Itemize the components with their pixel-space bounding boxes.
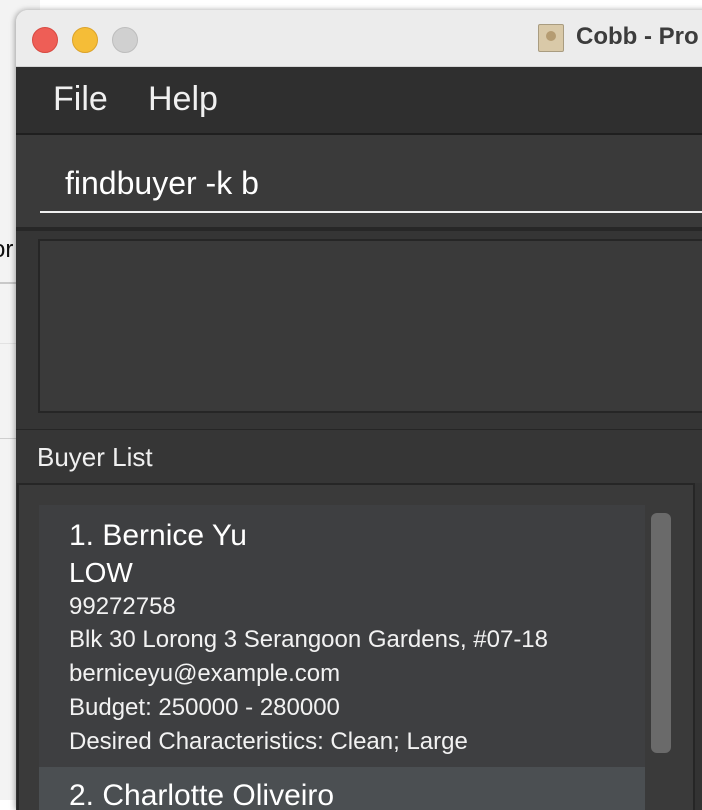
- minimize-window-button[interactable]: [72, 27, 98, 53]
- menu-help[interactable]: Help: [148, 80, 218, 119]
- background-window-text: or: [0, 236, 14, 263]
- buyer-name: 1. Bernice Yu: [69, 519, 247, 552]
- close-window-button[interactable]: [32, 27, 58, 53]
- buyer-budget: Budget: 250000 - 280000: [69, 694, 340, 721]
- menu-bar: File Help: [16, 67, 702, 135]
- buyer-list-header: Buyer List: [16, 429, 702, 484]
- command-box: [16, 135, 702, 231]
- window-title: Cobb - Pro: [576, 23, 699, 50]
- menu-file[interactable]: File: [53, 80, 108, 119]
- address-book-icon: [538, 24, 564, 52]
- result-display-panel: [16, 231, 702, 429]
- buyer-list[interactable]: 1. Bernice Yu LOW 99272758 Blk 30 Lorong…: [17, 483, 695, 810]
- buyer-email: berniceyu@example.com: [69, 660, 341, 687]
- maximize-window-button[interactable]: [112, 27, 138, 53]
- buyer-card[interactable]: 1. Bernice Yu LOW 99272758 Blk 30 Lorong…: [39, 505, 645, 767]
- buyer-characteristics: Desired Characteristics: Clean; Large: [69, 728, 468, 755]
- buyer-priority: LOW: [69, 557, 133, 588]
- buyer-phone: 99272758: [69, 593, 176, 620]
- buyer-card[interactable]: 2. Charlotte Oliveiro: [39, 767, 645, 810]
- command-input[interactable]: [40, 155, 702, 213]
- buyer-list-title: Buyer List: [37, 442, 153, 472]
- buyer-address: Blk 30 Lorong 3 Serangoon Gardens, #07-1…: [69, 626, 549, 653]
- buyer-list-panel: 1. Bernice Yu LOW 99272758 Blk 30 Lorong…: [16, 483, 702, 810]
- buyer-name: 2. Charlotte Oliveiro: [69, 779, 335, 810]
- result-display[interactable]: [38, 239, 702, 413]
- scrollbar-thumb[interactable]: [651, 513, 671, 753]
- app-window: Cobb - Pro File Help Buyer List 1. Berni…: [16, 10, 702, 810]
- title-bar[interactable]: Cobb - Pro: [16, 10, 702, 67]
